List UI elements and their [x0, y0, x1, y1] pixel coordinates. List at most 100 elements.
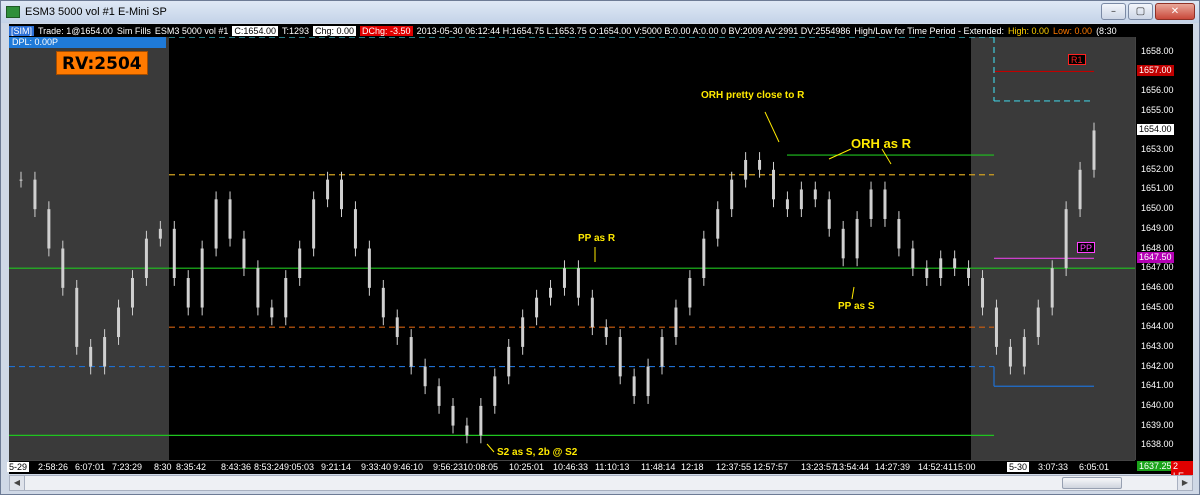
daily-change-value: DChg: -3.50 — [360, 25, 413, 36]
time-axis-label: 13:23:57 — [801, 462, 837, 472]
scroll-left-icon[interactable]: ◀ — [10, 476, 25, 490]
price-axis[interactable]: 1658.00 1656.00 1655.00 1653.00 1652.00 1651.… — [1135, 37, 1193, 460]
high-low-label: High/Low for Time Period - Extended: — [854, 25, 1004, 36]
time-axis-label: 14:27:39 — [875, 462, 911, 472]
candle-body — [590, 297, 594, 328]
candle-body — [981, 278, 985, 308]
window-title: ESM3 5000 vol #1 E-Mini SP — [25, 6, 167, 18]
candle-body — [618, 337, 622, 377]
time-axis-label: 13:54:44 — [834, 462, 870, 472]
price-axis-label: 1650.00 — [1141, 203, 1174, 214]
candle-body — [771, 169, 775, 200]
time-axis-label: 11:10:13 — [595, 462, 630, 472]
candle-body — [813, 189, 817, 200]
price-axis-label: 1652.00 — [1141, 163, 1174, 174]
candle-body — [465, 425, 469, 436]
time-axis-label: 8:53:24 — [254, 462, 285, 472]
candle-body — [841, 228, 845, 259]
annotation-s2-leader — [486, 443, 495, 453]
candle-body — [716, 209, 720, 239]
price-axis-label: 1645.00 — [1141, 301, 1174, 312]
candle-body — [507, 346, 511, 377]
candle-body — [799, 189, 803, 210]
time-axis-label: 10:08:05 — [463, 462, 499, 472]
candle-body — [89, 346, 93, 367]
candle-body — [103, 337, 107, 367]
candle-body — [172, 228, 176, 279]
candle-body — [270, 307, 274, 318]
annotation-orh-r-leader-2 — [881, 148, 892, 165]
candle-body — [674, 307, 678, 338]
price-chart[interactable] — [9, 24, 1135, 460]
time-axis-label: 8:43:36 — [221, 462, 252, 472]
time-axis-label: 9:21:14 — [321, 462, 352, 472]
candle-body — [855, 218, 859, 259]
time-axis-label: 7:23:29 — [112, 462, 143, 472]
price-axis-label: 1655.00 — [1141, 104, 1174, 115]
candle-body — [75, 287, 79, 347]
candle-body — [632, 376, 636, 397]
time-axis-label: 10:25:01 — [509, 462, 545, 472]
rv-badge: RV:2504 — [56, 51, 148, 75]
candle-body — [479, 405, 483, 436]
candle-body — [744, 159, 748, 180]
candle-body — [660, 337, 664, 367]
close-value: C:1654.00 — [232, 25, 278, 36]
last-price-tag: 1654.00 — [1137, 124, 1174, 136]
price-axis-label: 1639.00 — [1141, 419, 1174, 430]
symbol-info: ESM3 5000 vol #1 — [154, 25, 229, 36]
horizontal-scrollbar[interactable]: ◀ ▶ — [9, 475, 1193, 491]
annotation-s2: S2 as S, 2b @ S2 — [497, 447, 578, 458]
high-value: High: 0.00 — [1008, 25, 1050, 36]
candle-body — [312, 199, 316, 249]
candle-body — [381, 287, 385, 318]
close-button[interactable]: ✕ — [1155, 3, 1195, 20]
fills-info: Sim Fills — [116, 25, 151, 36]
candle-body — [451, 405, 455, 426]
sim-badge: [SIM] — [9, 25, 35, 36]
candle-body — [1022, 337, 1026, 367]
time-axis-label: 8:35:42 — [176, 462, 207, 472]
price-axis-label: 1658.00 — [1141, 45, 1174, 56]
price-axis-label: 1642.00 — [1141, 360, 1174, 371]
candle-body — [186, 278, 190, 308]
candle-body — [61, 248, 65, 288]
annotation-orh-close-leader — [764, 111, 780, 143]
price-axis-label: 1647.00 — [1141, 262, 1174, 273]
time-axis[interactable]: 5-29 2:58:26 6:07:01 7:23:29 8:30 8:35:42 8:43… — [7, 460, 1135, 474]
time-axis-label: 6:05:01 — [1079, 462, 1110, 472]
price-axis-label: 1656.00 — [1141, 85, 1174, 96]
candle-body — [911, 248, 915, 269]
price-axis-label: 1644.00 — [1141, 321, 1174, 332]
candle-body — [869, 189, 873, 219]
time-axis-label: 12:57:57 — [753, 462, 789, 472]
price-axis-label: 1648.00 — [1141, 242, 1174, 253]
price-axis-label: 1646.00 — [1141, 281, 1174, 292]
candle-body — [158, 228, 162, 239]
time-axis-label: 2:58:26 — [38, 462, 69, 472]
title-bar[interactable]: ESM3 5000 vol #1 E-Mini SP – ▢ ✕ — [1, 1, 1199, 23]
candle-body — [925, 268, 929, 279]
candle-body — [423, 366, 427, 387]
candle-body — [1092, 130, 1096, 170]
chart-area[interactable]: [SIM] Trade: 1@1654.00 Sim Fills ESM3 50… — [7, 24, 1193, 481]
candle-body — [242, 238, 246, 269]
scroll-right-icon[interactable]: ▶ — [1177, 476, 1192, 490]
lowest-price-tag: 1637.25 — [1137, 461, 1174, 471]
info-bar: [SIM] Trade: 1@1654.00 Sim Fills ESM3 50… — [9, 24, 1193, 37]
candle-body — [688, 278, 692, 308]
candle-body — [47, 209, 51, 249]
candle-body — [130, 278, 134, 308]
scroll-thumb[interactable] — [1062, 477, 1122, 489]
maximize-button[interactable]: ▢ — [1128, 3, 1153, 20]
minimize-button[interactable]: – — [1101, 3, 1126, 20]
candle-body — [437, 386, 441, 406]
candle-body — [493, 376, 497, 406]
bar-details: 2013-05-30 06:12:44 H:1654.75 L:1653.75 … — [416, 25, 851, 36]
candle-body — [967, 268, 971, 279]
candle-body — [228, 199, 232, 239]
candle-body — [994, 307, 998, 347]
time-axis-label: 5-30 — [1007, 462, 1030, 472]
time-axis-label: 3:07:33 — [1038, 462, 1069, 472]
annotation-pp-s-leader — [851, 286, 855, 300]
